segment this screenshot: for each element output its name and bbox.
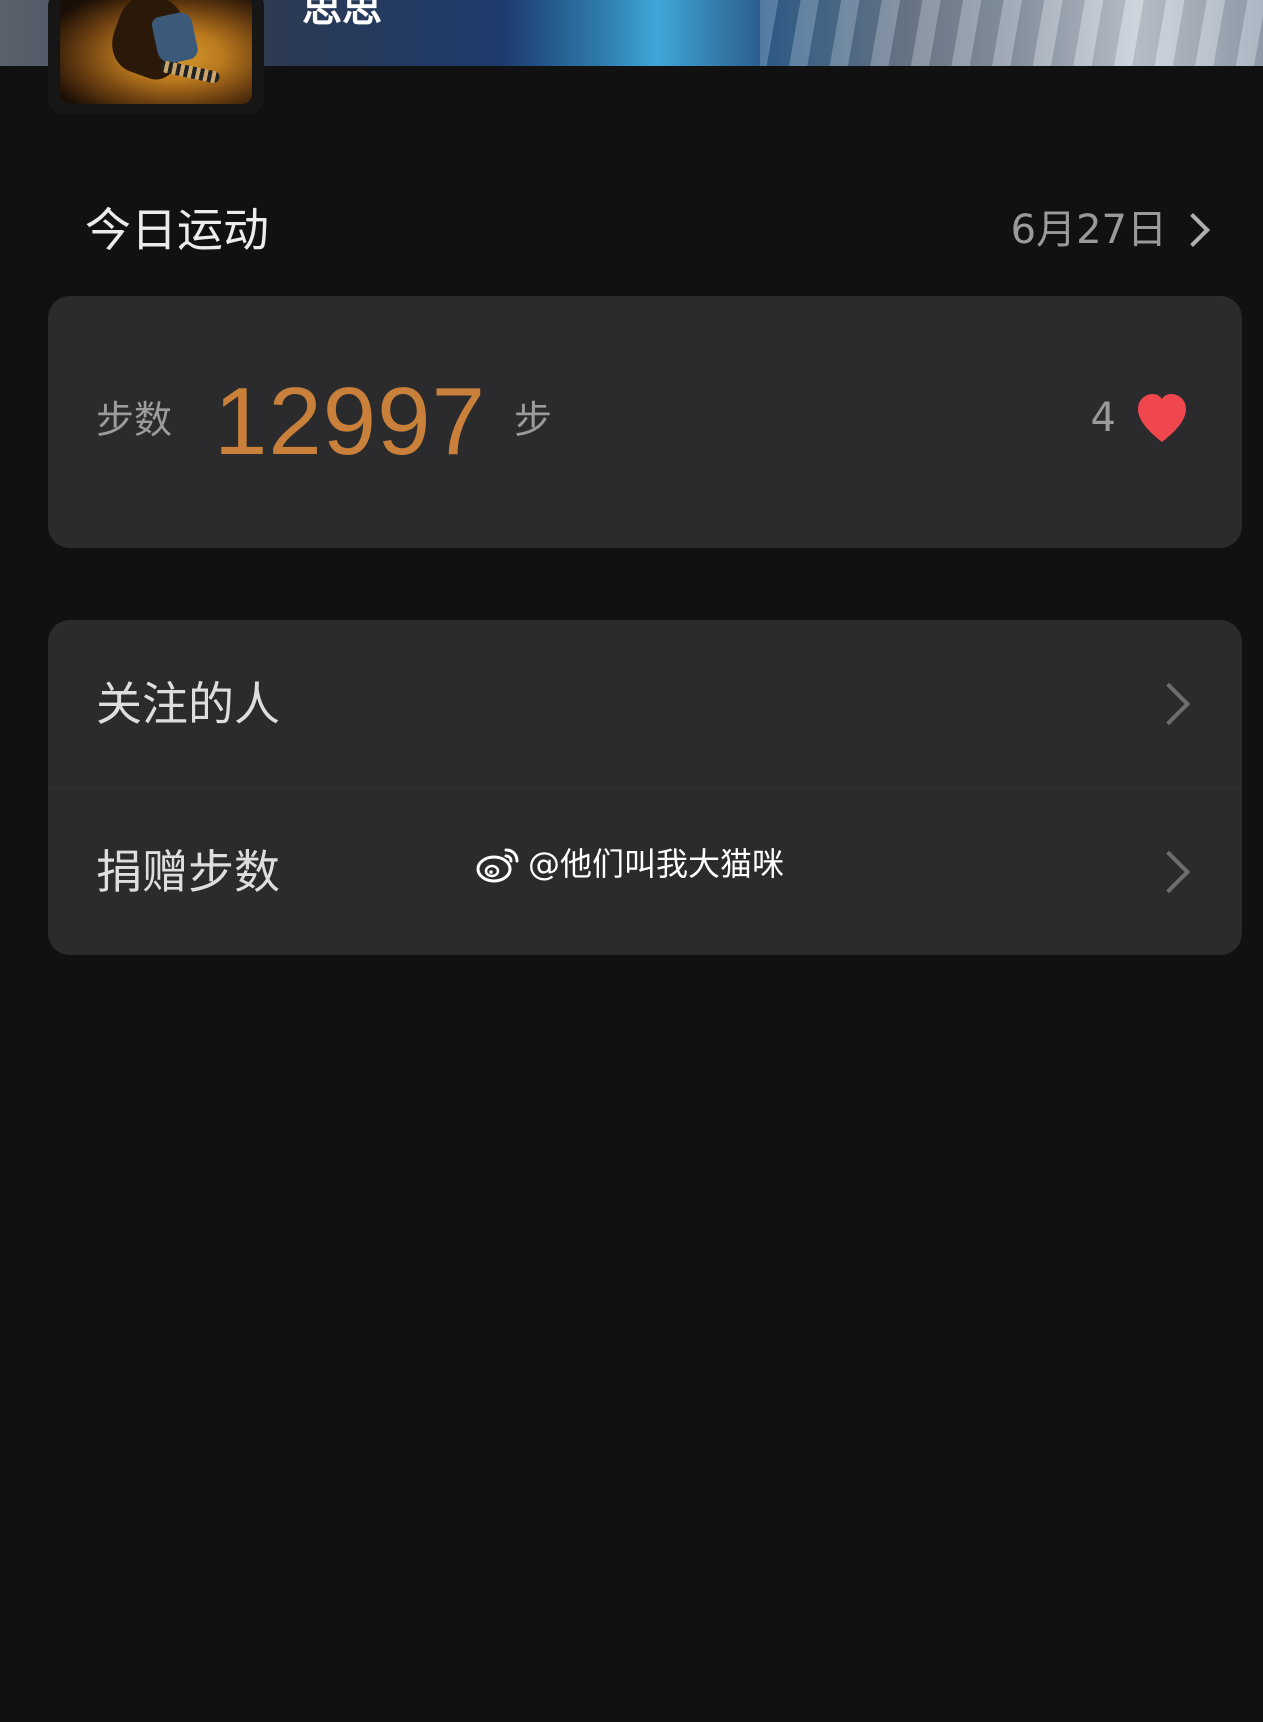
chevron-right-icon: [1176, 213, 1210, 247]
weibo-icon: [476, 848, 519, 883]
date-selector[interactable]: 6月27日: [1011, 204, 1215, 256]
weibo-watermark: @他们叫我大猫咪: [476, 842, 784, 886]
avatar-studs: [159, 59, 221, 85]
menu-card: 关注的人 捐赠步数: [48, 620, 1242, 955]
chevron-right-icon: [1147, 682, 1191, 725]
like-button[interactable]: 4: [1091, 392, 1190, 444]
menu-item-label: 关注的人: [96, 676, 280, 731]
steps-label: 步数: [96, 398, 173, 442]
menu-item-following[interactable]: 关注的人: [48, 620, 1242, 787]
chevron-right-icon: [1147, 850, 1191, 893]
menu-item-label: 捐赠步数: [96, 844, 280, 899]
steps-count: 12997: [214, 368, 486, 475]
steps-unit: 步: [514, 398, 553, 442]
like-count: 4: [1090, 395, 1116, 441]
cover-stripes: [760, 0, 1263, 66]
profile-username: 思思: [302, 0, 382, 31]
avatar[interactable]: [60, 0, 252, 104]
watermark-text: @他们叫我大猫咪: [528, 845, 785, 883]
date-label: 6月27日: [1010, 207, 1167, 253]
avatar-frame[interactable]: [48, 0, 264, 114]
steps-card[interactable]: 步数 12997 步 4: [48, 296, 1242, 548]
today-exercise-title: 今日运动: [85, 203, 269, 257]
heart-icon: [1138, 394, 1186, 442]
